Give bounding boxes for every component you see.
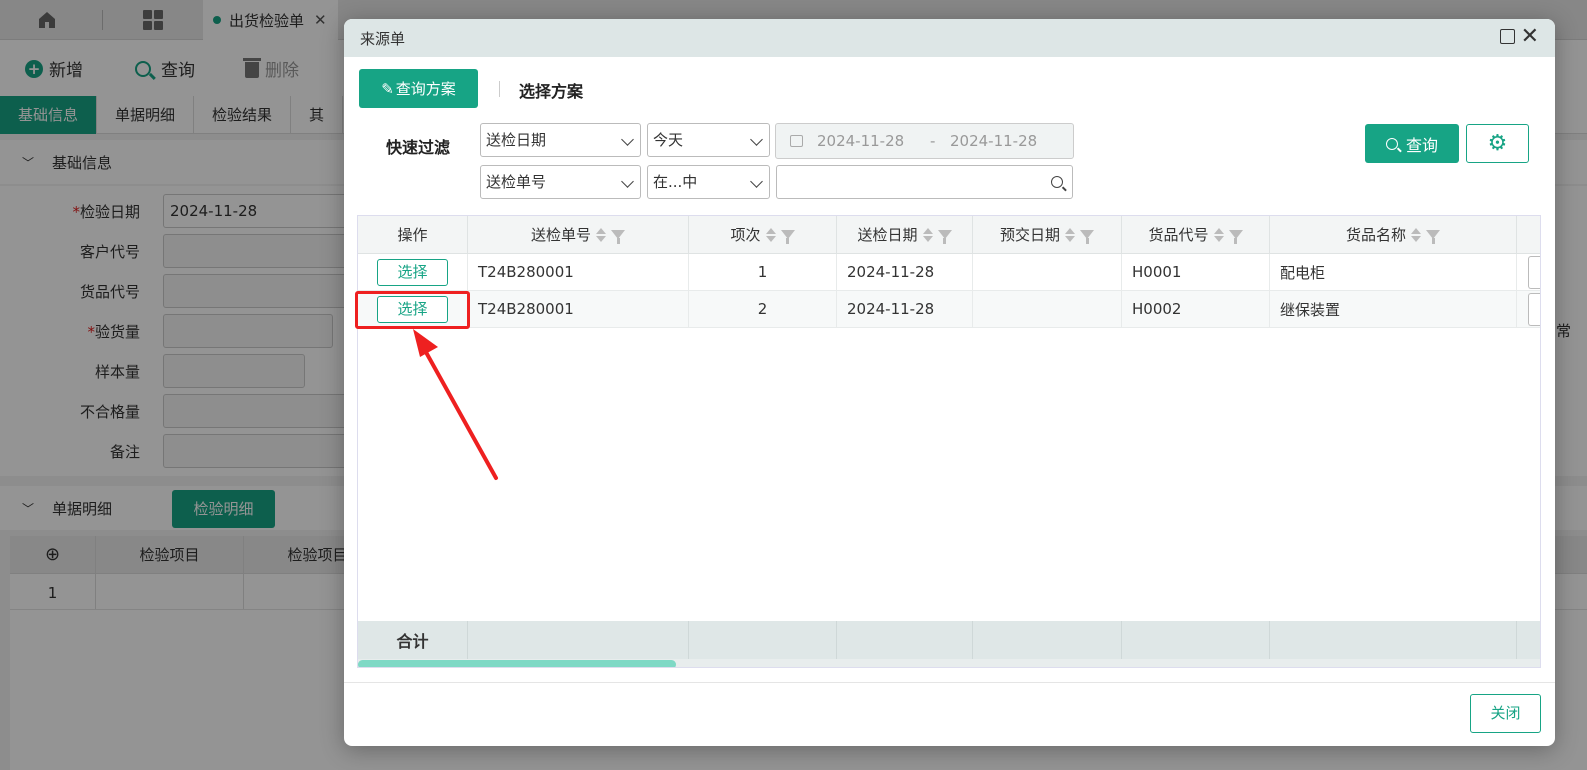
cell-inspect-no: T24B280001 <box>468 291 689 328</box>
footer-divider <box>344 682 1555 683</box>
filter-icon[interactable] <box>1080 230 1094 244</box>
filter-icon[interactable] <box>937 230 952 244</box>
table-row: 选择 <box>358 254 468 291</box>
sort-icon[interactable] <box>1213 227 1224 242</box>
sort-icon[interactable] <box>1065 227 1075 242</box>
row-action-button-partial[interactable] <box>1528 256 1540 289</box>
date-from: 2024-11-28 <box>817 132 905 150</box>
gear-icon: ⚙ <box>1487 131 1508 156</box>
row-action-button-partial[interactable] <box>1528 293 1540 326</box>
total-cell <box>837 621 973 659</box>
total-cell <box>468 621 689 659</box>
sort-icon[interactable] <box>922 227 933 242</box>
select-row-button[interactable]: 选择 <box>377 258 448 286</box>
search-icon <box>1385 137 1398 150</box>
column-header-inspect-date[interactable]: 送检日期 <box>837 216 973 254</box>
column-header-more <box>1517 216 1540 254</box>
divider <box>499 81 500 97</box>
total-cell <box>1517 621 1540 659</box>
column-header-product-name[interactable]: 货品名称 <box>1270 216 1517 254</box>
date-range-input[interactable]: 2024-11-28 - 2024-11-28 <box>775 123 1074 159</box>
query-scheme-button[interactable]: ✎ 查询方案 <box>359 69 478 108</box>
cell-inspect-no: T24B280001 <box>468 254 689 291</box>
select-value: 在...中 <box>653 173 698 191</box>
select-value: 送检日期 <box>486 131 547 149</box>
filter2-operator-select[interactable]: 在...中 <box>647 165 770 199</box>
chevron-down-icon <box>621 133 634 146</box>
close-icon[interactable]: ✕ <box>1521 25 1539 49</box>
sort-icon[interactable] <box>765 227 776 242</box>
total-cell <box>1122 621 1270 659</box>
dialog-header: 来源单 ✕ <box>344 19 1555 57</box>
cell-product-code: H0001 <box>1122 254 1270 291</box>
chevron-down-icon <box>621 175 634 188</box>
sort-icon[interactable] <box>596 227 606 242</box>
column-header-inspect-no[interactable]: 送检单号 <box>468 216 689 254</box>
quick-filter-label: 快速过滤 <box>386 138 451 157</box>
select-scheme-link[interactable]: 选择方案 <box>519 78 583 102</box>
calendar-icon <box>790 135 803 147</box>
filter-icon[interactable] <box>611 230 625 244</box>
annotation-highlight-box <box>355 291 470 329</box>
filter2-search-input[interactable] <box>776 165 1073 199</box>
dialog-title: 来源单 <box>360 29 406 48</box>
cell-due-date <box>973 291 1122 328</box>
cell-inspect-date: 2024-11-28 <box>837 291 973 328</box>
close-button[interactable]: 关闭 <box>1470 694 1541 733</box>
cell-due-date <box>973 254 1122 291</box>
column-header-seq[interactable]: 项次 <box>689 216 837 254</box>
select-value: 送检单号 <box>486 173 547 191</box>
filter1-field-select[interactable]: 送检日期 <box>480 123 641 157</box>
settings-button[interactable]: ⚙ <box>1466 124 1529 163</box>
column-header-due-date[interactable]: 预交日期 <box>973 216 1122 254</box>
cell-seq: 1 <box>689 254 837 291</box>
source-table: 操作 送检单号 项次 送检日期 预交日期 货品代号 货品名称 选择 T24B28… <box>357 215 1541 668</box>
chevron-down-icon <box>750 133 763 146</box>
column-header-product-code[interactable]: 货品代号 <box>1122 216 1270 254</box>
total-cell <box>973 621 1122 659</box>
query-button[interactable]: 查询 <box>1365 124 1459 163</box>
total-cell <box>1270 621 1517 659</box>
chevron-down-icon <box>750 175 763 188</box>
scrollbar-thumb[interactable] <box>358 660 676 667</box>
cell-product-name: 配电柜 <box>1270 254 1517 291</box>
date-to: 2024-11-28 <box>950 132 1038 150</box>
column-header-action: 操作 <box>358 216 468 254</box>
cell-inspect-date: 2024-11-28 <box>837 254 973 291</box>
magic-wand-icon: ✎ <box>381 79 394 98</box>
annotation-arrow-icon <box>413 329 498 480</box>
query-btn-label: 查询 <box>1405 135 1438 155</box>
cell-seq: 2 <box>689 291 837 328</box>
source-document-dialog: 来源单 ✕ ✎ 查询方案 选择方案 快速过滤 送检日期 今天 2024-11-2… <box>344 19 1555 746</box>
date-separator: - <box>930 132 936 150</box>
filter-icon[interactable] <box>780 230 795 244</box>
filter2-field-select[interactable]: 送检单号 <box>480 165 641 199</box>
select-value: 今天 <box>653 131 684 149</box>
cell-product-name: 继保装置 <box>1270 291 1517 328</box>
filter-icon[interactable] <box>1228 230 1243 244</box>
search-icon <box>1051 176 1063 188</box>
horizontal-scrollbar[interactable] <box>358 659 1540 667</box>
filter-icon[interactable] <box>1426 230 1440 244</box>
maximize-icon[interactable] <box>1500 29 1515 44</box>
total-cell <box>689 621 837 659</box>
scheme-btn-label: 查询方案 <box>395 80 456 98</box>
sort-icon[interactable] <box>1411 227 1421 242</box>
total-label: 合计 <box>358 621 468 659</box>
cell-product-code: H0002 <box>1122 291 1270 328</box>
filter1-operator-select[interactable]: 今天 <box>647 123 770 157</box>
